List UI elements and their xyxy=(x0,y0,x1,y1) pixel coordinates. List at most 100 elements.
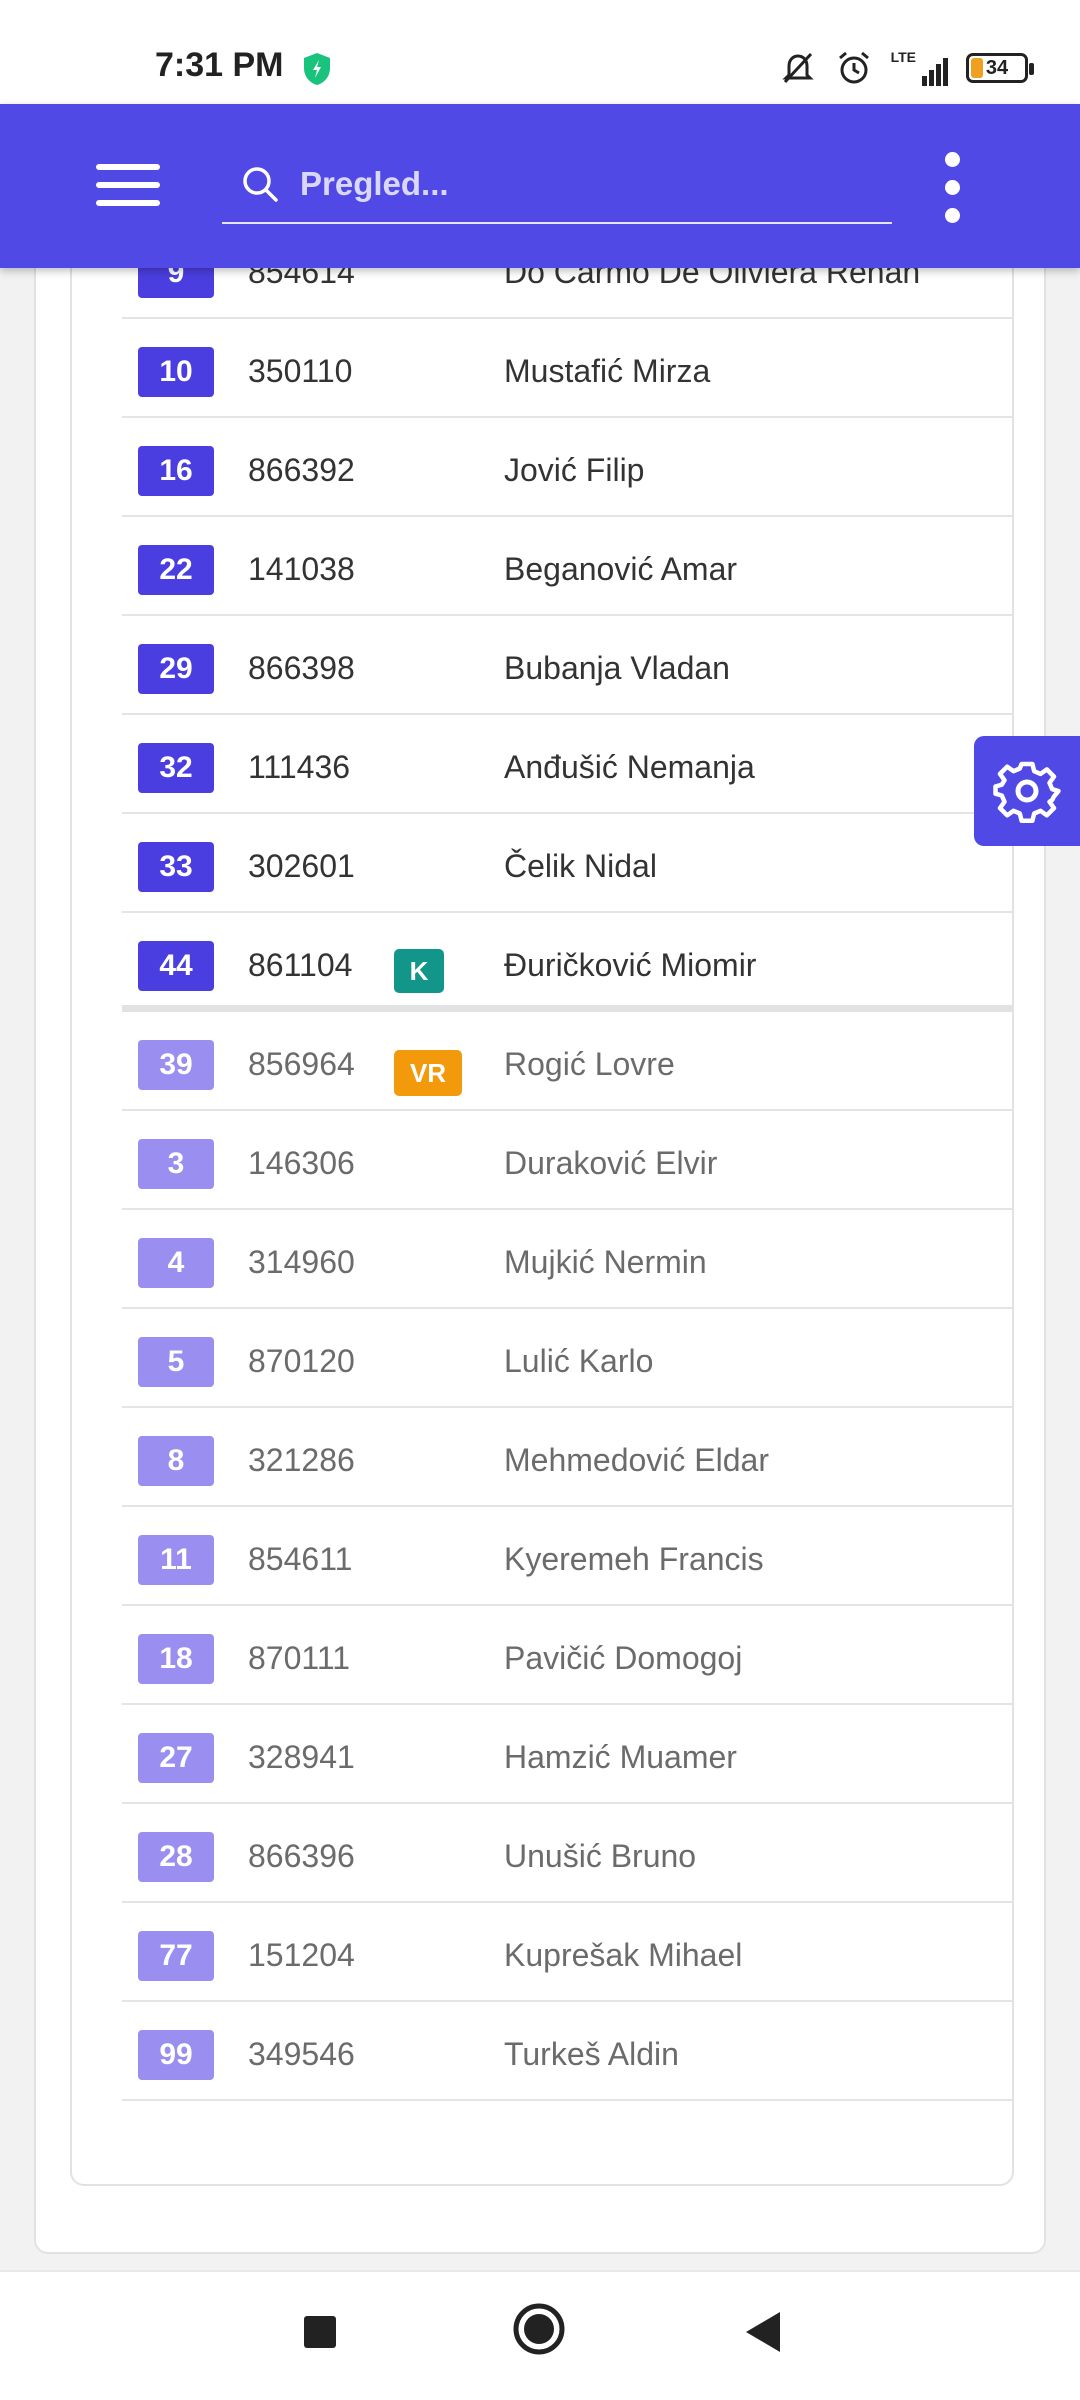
table-row[interactable]: 10 350110 Mustafić Mirza xyxy=(122,319,1014,418)
status-time: 7:31 PM xyxy=(155,46,284,84)
cell-divider xyxy=(1012,1135,1014,1187)
jersey-number-badge: 32 xyxy=(138,743,214,793)
player-id: 151204 xyxy=(248,1937,355,1973)
player-id: 870120 xyxy=(248,1343,355,1379)
player-name: Beganović Amar xyxy=(504,551,738,587)
jersey-number-badge: 18 xyxy=(138,1634,214,1684)
player-id: 328941 xyxy=(248,1739,355,1775)
table-row[interactable]: 99 349546 Turkeš Aldin xyxy=(122,2002,1014,2101)
shield-icon xyxy=(304,53,330,85)
player-name: Đuričković Miomir xyxy=(504,947,757,983)
status-bar: 7:31 PM LTE 34 xyxy=(0,0,1080,104)
player-name: Lulić Karlo xyxy=(504,1343,654,1379)
player-name: Pavičić Domogoj xyxy=(504,1640,743,1676)
player-name: Kyeremeh Francis xyxy=(504,1541,764,1577)
menu-icon[interactable] xyxy=(96,164,160,210)
player-name: Mustafić Mirza xyxy=(504,353,711,389)
player-name: Mehmedović Eldar xyxy=(504,1442,769,1478)
jersey-number-badge: 44 xyxy=(138,941,214,991)
cell-divider xyxy=(1012,541,1014,593)
table-row[interactable]: 77 151204 Kuprešak Mihael xyxy=(122,1903,1014,2002)
player-name: Unušić Bruno xyxy=(504,1838,697,1874)
roster-table: 9 854614 Do Carmo De Oliviera Renan 10 35011… xyxy=(70,222,1014,2186)
app-bar xyxy=(0,104,1080,268)
table-row[interactable]: 5 870120 Lulić Karlo xyxy=(122,1309,1014,1408)
network-type: LTE xyxy=(890,49,916,65)
player-id: 321286 xyxy=(248,1442,355,1478)
cell-divider xyxy=(1012,1729,1014,1781)
jersey-number-badge: 28 xyxy=(138,1832,214,1882)
player-id: 854611 xyxy=(248,1541,353,1577)
player-id: 302601 xyxy=(248,848,355,884)
cell-divider xyxy=(1012,442,1014,494)
cell-divider xyxy=(1012,1531,1014,1583)
player-id: 349546 xyxy=(248,2036,355,2072)
player-name: Čelik Nidal xyxy=(504,848,657,884)
table-row[interactable]: 22 141038 Beganović Amar xyxy=(122,517,1014,616)
back-icon[interactable] xyxy=(744,2310,784,2354)
captain-badge: K xyxy=(394,949,444,993)
jersey-number-badge: 22 xyxy=(138,545,214,595)
table-row[interactable]: 4 314960 Mujkić Nermin xyxy=(122,1210,1014,1309)
gear-icon xyxy=(993,761,1061,823)
table-row[interactable]: 27 328941 Hamzić Muamer xyxy=(122,1705,1014,1804)
table-row[interactable]: 44 861104 K Đuričković Miomir xyxy=(122,913,1014,1012)
player-name: Bubanja Vladan xyxy=(504,650,730,686)
player-name: Mujkić Nermin xyxy=(504,1244,707,1280)
cell-divider xyxy=(1012,1927,1014,1979)
table-row[interactable]: 33 302601 Čelik Nidal xyxy=(122,814,1012,913)
cell-divider xyxy=(1012,1333,1014,1385)
search-bar[interactable] xyxy=(222,144,892,224)
mute-icon xyxy=(781,52,814,84)
signal-icon: LTE xyxy=(891,50,948,86)
table-row[interactable]: 16 866392 Jović Filip xyxy=(122,418,1014,517)
cell-divider xyxy=(1012,1630,1014,1682)
player-name: Turkeš Aldin xyxy=(504,2036,679,2072)
table-row[interactable]: 28 866396 Unušić Bruno xyxy=(122,1804,1012,1903)
player-name: Rogić Lovre xyxy=(504,1046,675,1082)
jersey-number-badge: 27 xyxy=(138,1733,214,1783)
jersey-number-badge: 4 xyxy=(138,1238,214,1288)
cell-divider xyxy=(1012,937,1014,989)
cell-divider xyxy=(1012,2026,1014,2078)
player-id: 856964 xyxy=(248,1046,355,1082)
settings-button[interactable] xyxy=(974,736,1080,846)
table-row[interactable]: 39 856964 VR Rogić Lovre xyxy=(122,1012,1012,1111)
player-name: Jović Filip xyxy=(504,452,645,488)
search-input[interactable] xyxy=(300,156,880,212)
status-icons: LTE 34 xyxy=(779,48,1034,88)
player-id: 866396 xyxy=(248,1838,355,1874)
jersey-number-badge: 33 xyxy=(138,842,214,892)
roster-rows: 9 854614 Do Carmo De Oliviera Renan 10 35011… xyxy=(122,222,1014,2101)
table-row[interactable]: 29 866398 Bubanja Vladan xyxy=(122,616,1014,715)
alarm-icon xyxy=(838,51,869,84)
jersey-number-badge: 16 xyxy=(138,446,214,496)
navigation-bar xyxy=(0,2270,1080,2400)
recents-icon[interactable] xyxy=(304,2316,336,2348)
cell-divider xyxy=(1012,343,1014,395)
player-id: 314960 xyxy=(248,1244,355,1280)
player-id: 350110 xyxy=(248,353,353,389)
home-icon[interactable] xyxy=(512,2302,566,2356)
player-id: 111436 xyxy=(248,749,351,785)
jersey-number-badge: 8 xyxy=(138,1436,214,1486)
table-row[interactable]: 3 146306 Duraković Elvir xyxy=(122,1111,1014,1210)
player-name: Hamzić Muamer xyxy=(504,1739,737,1775)
jersey-number-badge: 29 xyxy=(138,644,214,694)
cell-divider xyxy=(1012,1234,1014,1286)
table-row[interactable]: 32 111436 Anđušić Nemanja xyxy=(122,715,1012,814)
player-id: 146306 xyxy=(248,1145,355,1181)
player-name: Duraković Elvir xyxy=(504,1145,718,1181)
table-row[interactable]: 18 870111 Pavičić Domogoj xyxy=(122,1606,1014,1705)
player-name: Anđušić Nemanja xyxy=(504,749,755,785)
cell-divider xyxy=(1012,1432,1014,1484)
battery-icon: 34 xyxy=(966,53,1034,83)
cell-divider xyxy=(1012,640,1014,692)
jersey-number-badge: 11 xyxy=(138,1535,214,1585)
player-id: 866398 xyxy=(248,650,355,686)
table-row[interactable]: 8 321286 Mehmedović Eldar xyxy=(122,1408,1014,1507)
table-row[interactable]: 11 854611 Kyeremeh Francis xyxy=(122,1507,1014,1606)
search-icon xyxy=(243,167,278,202)
more-vert-icon[interactable] xyxy=(936,152,968,226)
jersey-number-badge: 3 xyxy=(138,1139,214,1189)
